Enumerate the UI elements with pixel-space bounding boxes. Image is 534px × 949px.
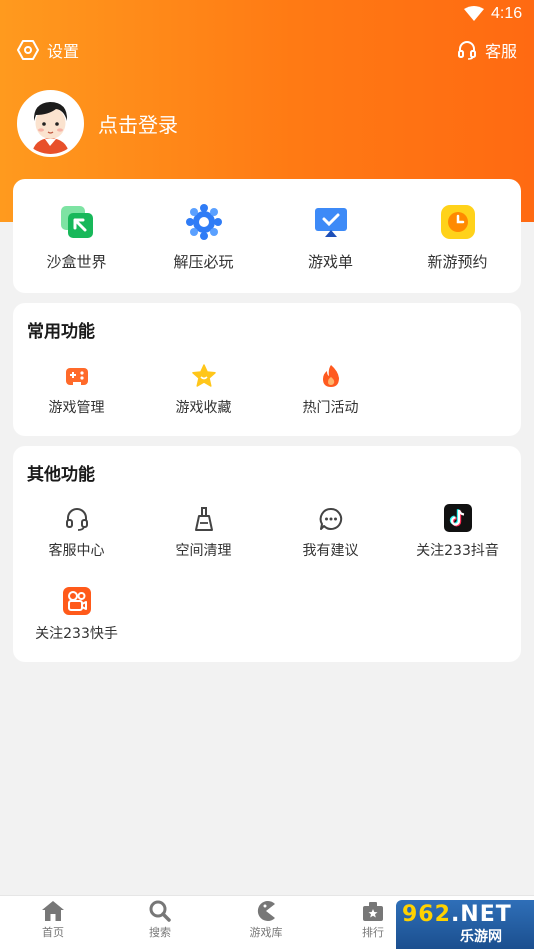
quick-grid-card: 沙盒世界 解压必玩 游戏单 新游预约: [13, 179, 521, 293]
function-suggestion[interactable]: 我有建议: [267, 506, 394, 560]
fire-icon: [322, 365, 339, 387]
function-label: 空间清理: [175, 543, 232, 559]
grid-item-relax[interactable]: 解压必玩: [140, 203, 267, 272]
status-time: 4:16: [491, 5, 523, 22]
watermark-number: 962: [402, 902, 451, 927]
avatar[interactable]: [17, 90, 84, 157]
function-customer-service[interactable]: 客服中心: [13, 506, 140, 560]
status-bar: 4:16: [0, 0, 534, 30]
function-hot-events[interactable]: 热门活动: [267, 363, 394, 417]
other-functions-title: 其他功能: [27, 465, 95, 485]
watermark-logo: 962.NET 乐游网: [396, 900, 534, 949]
function-label: 我有建议: [302, 543, 359, 559]
tab-label: 游戏库: [249, 926, 283, 939]
gear-blue-icon: [185, 204, 222, 240]
wifi-icon: [464, 6, 484, 26]
grid-item-label: 游戏单: [307, 253, 353, 271]
function-label: 游戏管理: [48, 400, 105, 416]
tab-search[interactable]: 搜索: [105, 900, 215, 940]
function-game-manage[interactable]: 游戏管理: [13, 363, 140, 417]
support-button[interactable]: 客服: [457, 36, 517, 64]
tab-label: 首页: [42, 926, 64, 939]
grid-item-sandbox[interactable]: 沙盒世界: [13, 203, 140, 272]
tab-game-library[interactable]: 游戏库: [211, 900, 321, 940]
watermark-main: 962.NET: [402, 902, 512, 927]
settings-icon: [17, 40, 39, 60]
grid-item-label: 新游预约: [427, 253, 488, 271]
function-game-favorite[interactable]: 游戏收藏: [140, 363, 267, 417]
function-follow-kuaishou[interactable]: 关注233快手: [13, 587, 140, 643]
top-bar: 设置 客服: [0, 36, 534, 64]
grid-item-gamelist[interactable]: 游戏单: [267, 203, 394, 272]
support-label: 客服: [484, 42, 517, 61]
gamepad-icon: [65, 368, 88, 387]
tab-label: 搜索: [149, 926, 171, 939]
function-label: 关注233抖音: [416, 543, 499, 559]
sandbox-icon: [60, 206, 93, 238]
headset-icon: [65, 508, 88, 531]
watermark-sub: 乐游网: [460, 929, 502, 945]
watermark-suffix: .NET: [450, 902, 512, 927]
grid-item-label: 解压必玩: [173, 253, 234, 271]
tiktok-icon: [443, 504, 472, 532]
profile-login[interactable]: 点击登录: [17, 90, 178, 157]
search-icon: [149, 900, 171, 922]
other-functions-card: 其他功能 客服中心 空间清理 我有建议 关注233抖音 关注233快手: [13, 446, 521, 662]
function-space-clean[interactable]: 空间清理: [140, 506, 267, 560]
kuaishou-icon: [62, 587, 91, 615]
function-label: 游戏收藏: [175, 400, 232, 416]
function-label: 热门活动: [302, 400, 359, 416]
chat-icon: [319, 507, 342, 530]
tab-home[interactable]: 首页: [0, 900, 108, 940]
settings-label: 设置: [47, 42, 80, 61]
headset-icon: [457, 41, 476, 60]
rank-icon: [363, 902, 383, 921]
home-icon: [42, 901, 64, 921]
function-label: 关注233快手: [35, 626, 118, 642]
common-functions-card: 常用功能 游戏管理 游戏收藏 热门活动: [13, 303, 521, 436]
grid-item-label: 沙盒世界: [46, 253, 107, 271]
game-list-icon: [314, 208, 347, 237]
grid-item-reserve[interactable]: 新游预约: [394, 203, 521, 272]
login-label[interactable]: 点击登录: [98, 109, 178, 138]
star-icon: [191, 364, 216, 387]
function-follow-douyin[interactable]: 关注233抖音: [394, 504, 521, 560]
clock-icon: [440, 205, 475, 239]
settings-button[interactable]: 设置: [17, 36, 79, 64]
pacman-icon: [257, 901, 275, 921]
common-functions-title: 常用功能: [27, 322, 95, 342]
broom-icon: [194, 507, 213, 531]
function-label: 客服中心: [48, 543, 105, 559]
